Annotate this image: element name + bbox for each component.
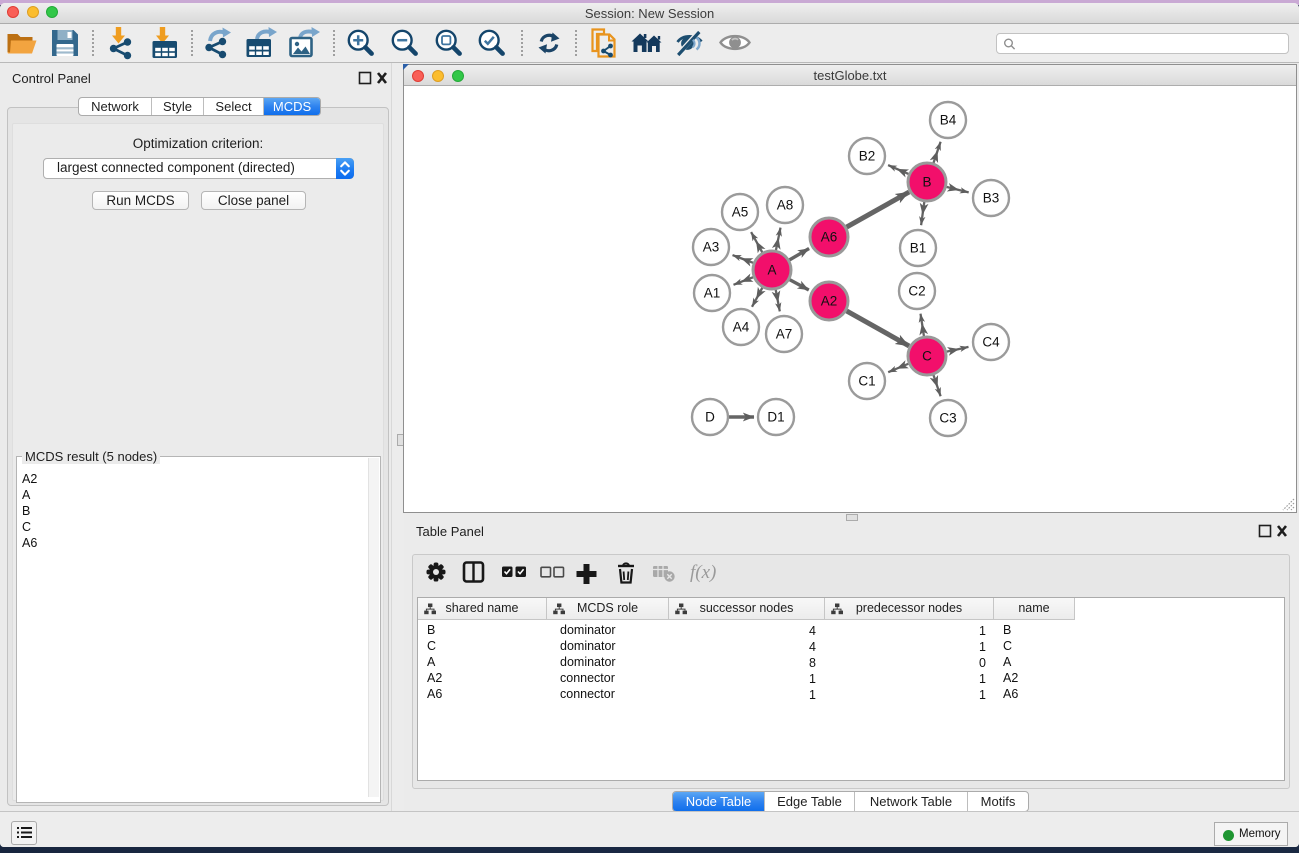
svg-text:B3: B3	[983, 191, 1000, 206]
svg-text:A8: A8	[777, 198, 794, 213]
svg-text:C: C	[922, 349, 932, 364]
svg-text:A6: A6	[821, 230, 838, 245]
svg-text:C4: C4	[982, 335, 1000, 350]
svg-text:A1: A1	[704, 286, 721, 301]
svg-text:C2: C2	[908, 284, 925, 299]
svg-text:A5: A5	[732, 205, 749, 220]
svg-text:C3: C3	[939, 411, 956, 426]
svg-text:B2: B2	[859, 149, 876, 164]
svg-text:D1: D1	[767, 410, 784, 425]
svg-text:A3: A3	[703, 240, 720, 255]
svg-text:B4: B4	[940, 113, 957, 128]
svg-text:B1: B1	[910, 241, 927, 256]
svg-text:A2: A2	[821, 294, 838, 309]
svg-text:A7: A7	[776, 327, 793, 342]
svg-text:C1: C1	[858, 374, 875, 389]
svg-text:B: B	[922, 175, 931, 190]
svg-text:A: A	[767, 263, 776, 278]
svg-text:f(x): f(x)	[690, 562, 716, 583]
svg-text:D: D	[705, 410, 715, 425]
svg-text:A4: A4	[733, 320, 750, 335]
